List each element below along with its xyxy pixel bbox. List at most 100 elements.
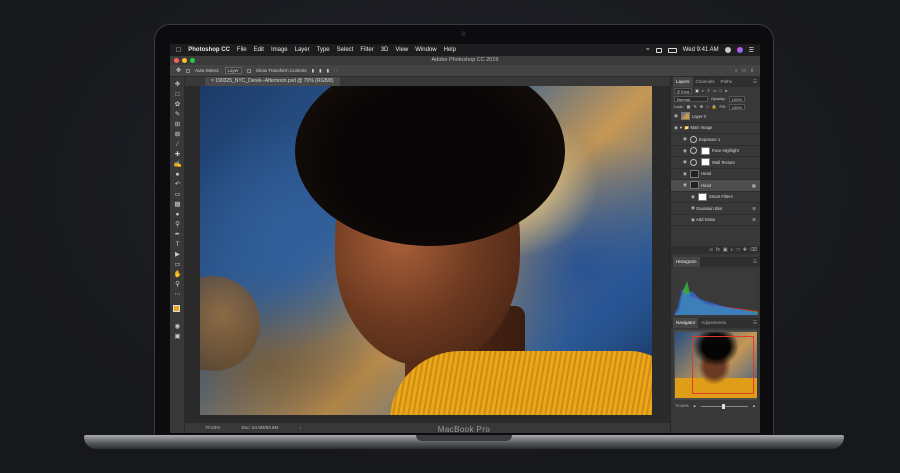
menubar-clock[interactable]: Wed 9:41 AM: [683, 47, 719, 53]
layer-row[interactable]: ◉ Gaussian Blur ☰: [671, 203, 760, 215]
filter-options-icon[interactable]: ☰: [752, 206, 756, 211]
lock-position-icon[interactable]: ✥: [700, 103, 703, 111]
kind-filter-dropdown[interactable]: ⚲ Kind: [674, 88, 693, 94]
move-tool-icon[interactable]: ✥: [176, 67, 181, 74]
lock-pixels-icon[interactable]: ✎: [693, 103, 696, 111]
close-window-icon[interactable]: [174, 58, 179, 63]
share-icon[interactable]: ⇧: [750, 68, 754, 74]
battery-icon[interactable]: [667, 47, 677, 53]
more-tools-icon[interactable]: ⋯: [173, 291, 182, 299]
lasso-tool-icon[interactable]: ✿: [173, 101, 182, 109]
pen-tool-icon[interactable]: ✒: [173, 231, 182, 239]
new-group-icon[interactable]: □: [737, 247, 740, 253]
wifi-icon[interactable]: ≈: [646, 47, 649, 53]
crop-tool-icon[interactable]: ⊞: [173, 121, 182, 129]
distribute-icon[interactable]: ⋯: [334, 68, 339, 74]
filter-shape-icon[interactable]: ▭: [713, 87, 717, 95]
frame-tool-icon[interactable]: ⊠: [173, 131, 182, 139]
tab-navigator[interactable]: Navigator: [673, 318, 699, 328]
panel-menu-icon[interactable]: ☰: [753, 318, 760, 328]
healing-brush-tool-icon[interactable]: ✚: [173, 151, 182, 159]
menu-edit[interactable]: Edit: [254, 47, 264, 53]
marquee-tool-icon[interactable]: □: [173, 91, 182, 99]
fill-field[interactable]: 100%: [728, 104, 745, 110]
tab-layers[interactable]: Layers: [673, 77, 693, 87]
layer-row[interactable]: ◉ Smart Filters: [671, 192, 760, 203]
navigator-view-frame[interactable]: [692, 336, 754, 394]
eye-icon[interactable]: ◉: [683, 182, 688, 188]
history-brush-tool-icon[interactable]: ↶: [173, 181, 182, 189]
filter-adjustment-icon[interactable]: ◐: [702, 87, 704, 95]
document-canvas[interactable]: [200, 86, 652, 415]
eraser-tool-icon[interactable]: ▭: [173, 191, 182, 199]
menu-type[interactable]: Type: [317, 47, 330, 53]
menu-filter[interactable]: Filter: [360, 47, 373, 53]
status-zoom[interactable]: 70.63%: [205, 425, 220, 430]
layer-row[interactable]: ◉ ▼ 📁 Main Image: [671, 123, 760, 134]
control-center-icon[interactable]: ☰: [749, 47, 754, 54]
lock-all-icon[interactable]: 🔒: [711, 103, 716, 111]
zoom-slider-thumb[interactable]: [721, 403, 725, 409]
layer-row[interactable]: ◉ Exposure 1: [671, 134, 760, 146]
search-icon[interactable]: [724, 47, 731, 53]
fx-icon[interactable]: fx: [716, 247, 720, 253]
zoom-window-icon[interactable]: [190, 58, 195, 63]
gradient-tool-icon[interactable]: ▩: [173, 201, 182, 209]
apple-icon[interactable]: : [176, 47, 181, 54]
menu-file[interactable]: File: [237, 47, 247, 53]
move-tool-icon[interactable]: ✥: [173, 81, 182, 89]
canvas-area[interactable]: [185, 86, 670, 423]
layer-row[interactable]: ◉ Add Noise ☰: [671, 215, 760, 226]
auto-select-checkbox[interactable]: [186, 68, 191, 73]
quick-mask-icon[interactable]: ◉: [173, 323, 182, 331]
zoom-out-icon[interactable]: ▲: [693, 402, 697, 410]
layer-row[interactable]: ◉ Face Highlight: [671, 146, 760, 157]
lock-artboard-icon[interactable]: □: [706, 103, 708, 111]
dodge-tool-icon[interactable]: ⚲: [173, 221, 182, 229]
eye-icon[interactable]: ◉: [683, 159, 688, 165]
menu-3d[interactable]: 3D: [381, 47, 389, 53]
minimize-window-icon[interactable]: [182, 58, 187, 63]
path-select-tool-icon[interactable]: ▶: [173, 251, 182, 259]
quick-select-tool-icon[interactable]: ✎: [173, 111, 182, 119]
layer-row-selected[interactable]: ◉ Head ▦: [671, 180, 760, 192]
menu-image[interactable]: Image: [271, 47, 288, 53]
menu-app-name[interactable]: Photoshop CC: [188, 47, 230, 53]
navigator-preview[interactable]: [674, 330, 757, 400]
search-icon[interactable]: ○: [735, 68, 738, 74]
align-center-icon[interactable]: ▮: [319, 68, 321, 74]
siri-icon[interactable]: [736, 47, 743, 53]
type-tool-icon[interactable]: T: [173, 241, 182, 249]
blend-mode-dropdown[interactable]: Normal: [674, 96, 708, 102]
filter-type-icon[interactable]: T: [707, 87, 709, 95]
navigator-zoom-value[interactable]: 70.63%: [675, 402, 689, 410]
menu-help[interactable]: Help: [444, 47, 456, 53]
panel-menu-icon[interactable]: ☰: [753, 257, 760, 267]
status-menu-icon[interactable]: ›: [300, 425, 302, 430]
layer-row[interactable]: ◉ Head: [671, 169, 760, 180]
align-left-icon[interactable]: ▮: [312, 68, 314, 74]
show-transform-checkbox[interactable]: [246, 68, 251, 73]
rectangle-tool-icon[interactable]: ▭: [173, 261, 182, 269]
menu-view[interactable]: View: [395, 47, 408, 53]
menu-window[interactable]: Window: [415, 47, 436, 53]
opacity-field[interactable]: 100%: [728, 96, 745, 102]
screen-mode-icon[interactable]: ▣: [173, 333, 182, 341]
eye-icon[interactable]: ◉: [683, 171, 688, 177]
filter-pixel-icon[interactable]: ▣: [695, 87, 699, 95]
align-right-icon[interactable]: ▮: [327, 68, 329, 74]
menu-layer[interactable]: Layer: [295, 47, 310, 53]
workspace-icon[interactable]: □: [743, 68, 746, 74]
zoom-slider[interactable]: [700, 403, 749, 409]
layer-row[interactable]: ◉ Wall Texture: [671, 157, 760, 169]
zoom-in-icon[interactable]: ▲: [752, 402, 756, 410]
eye-icon[interactable]: ◉: [674, 113, 679, 119]
filter-smart-icon[interactable]: □: [720, 87, 722, 95]
blur-tool-icon[interactable]: ●: [173, 211, 182, 219]
tab-histogram[interactable]: Histogram: [673, 257, 700, 267]
tab-adjustments[interactable]: Adjustments: [698, 318, 729, 328]
airplay-icon[interactable]: [655, 47, 662, 53]
lock-transparent-icon[interactable]: ▦: [687, 103, 691, 111]
filter-toggle-icon[interactable]: ●: [725, 87, 727, 95]
link-layers-icon[interactable]: ∞: [709, 247, 713, 253]
